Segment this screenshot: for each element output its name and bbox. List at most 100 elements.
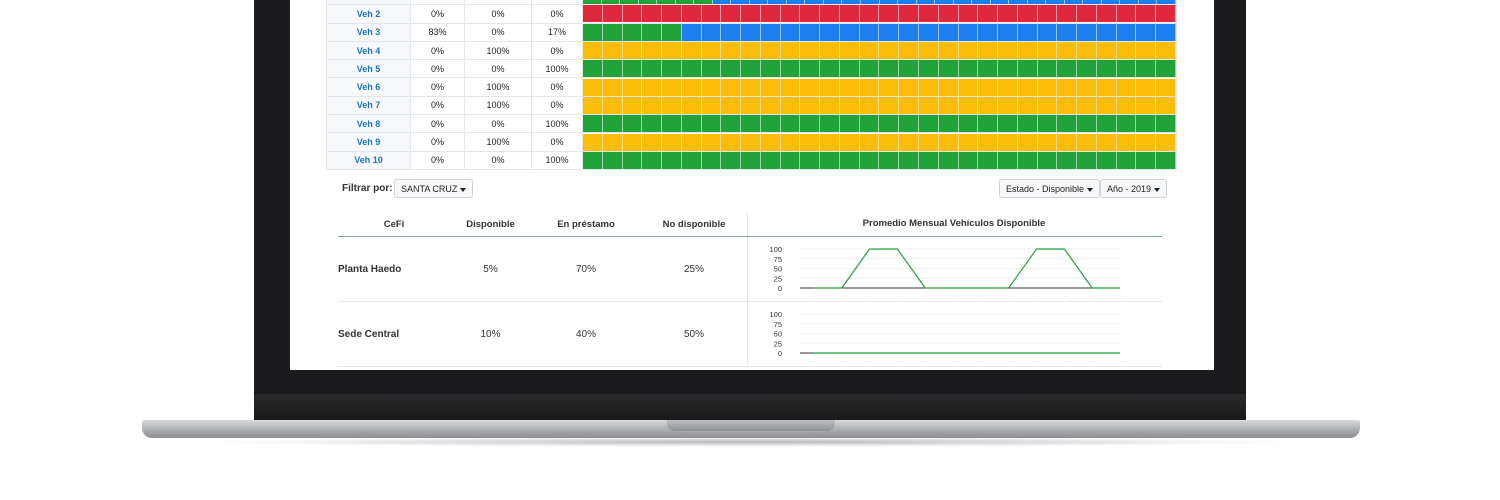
x-tick-mark: ˏ [980,357,982,362]
status-cell [1037,42,1058,60]
status-cell [1017,115,1038,133]
status-cell [780,151,801,169]
vehicle-link[interactable]: Veh 4 [357,46,381,56]
status-cell [805,0,824,5]
status-cell [760,151,781,169]
vehicle-link[interactable]: Veh 5 [357,64,381,74]
status-cell [1156,151,1176,169]
status-cell [1017,133,1038,151]
percent-cell: 0% [410,95,465,116]
row-disponible: 5% [483,263,498,275]
x-tick-mark: ˏ [1036,292,1038,297]
table-row: Veh 9 0% 100% 0% [326,132,1177,152]
percent-cell: 0% [464,114,532,134]
vehicle-link[interactable]: Veh 6 [357,82,381,92]
percent-cell: 0% [464,22,532,42]
status-cell [1057,42,1078,60]
status-cell [662,60,682,78]
y-tick-label: 50 [774,330,782,339]
status-cell [800,60,821,78]
status-cell [642,23,663,41]
status-cell [1077,151,1097,169]
vehicle-link[interactable]: Veh 7 [357,100,381,110]
status-cell [938,42,959,60]
status-cell [990,0,1010,5]
status-cell [820,115,840,133]
y-tick-label: 50 [774,265,782,274]
x-tick-mark: ˏ [1119,357,1121,362]
status-cell [919,115,939,133]
status-cell [620,0,639,5]
status-cell [1116,78,1137,96]
status-cell [701,151,722,169]
x-tick-mark: ˏ [1008,357,1010,362]
status-cell [820,60,840,78]
status-cell [741,60,761,78]
status-cell [899,78,920,96]
status-cell [583,5,603,23]
status-cell [681,5,702,23]
vehicle-link[interactable]: Veh 2 [357,9,381,19]
vehicle-cell: Veh 9 [326,132,411,152]
status-cell [681,42,702,60]
status-grid [582,114,1177,134]
status-cell [642,96,663,114]
status-cell [998,42,1018,60]
vehicle-link[interactable]: Veh 3 [357,27,381,37]
status-cell [859,133,880,151]
y-tick-label: 0 [778,349,782,358]
x-tick-mark: ˏ [897,292,899,297]
status-cell [681,115,702,133]
status-cell [919,60,939,78]
status-cell [800,78,821,96]
percent-cell: 100% [464,132,532,152]
status-cell [958,133,979,151]
status-cell [800,115,821,133]
vehicle-link[interactable]: Veh 9 [357,137,381,147]
status-cell [1096,23,1117,41]
status-cell [938,5,959,23]
status-cell [583,151,603,169]
status-cell [622,5,643,23]
vehicle-link[interactable]: Veh 10 [354,155,383,165]
status-cell [978,42,999,60]
status-cell [1156,5,1176,23]
status-cell [1096,42,1117,60]
status-cell [1017,78,1038,96]
status-grid [582,0,1177,6]
status-cell [701,78,722,96]
status-cell [820,78,840,96]
status-cell [583,0,602,5]
table-row: Veh 8 0% 0% 100% [326,114,1177,134]
status-cell [662,42,682,60]
percent-cell: 0% [410,114,465,134]
status-cell [919,133,939,151]
status-cell [820,5,840,23]
status-cell [741,42,761,60]
status-cell [823,0,843,5]
status-cell [978,115,999,133]
status-cell [879,23,900,41]
percent-cell: 100% [464,77,532,97]
status-cell [842,0,861,5]
status-cell [998,23,1018,41]
status-cell [602,96,623,114]
status-cell [602,133,623,151]
row-no-disponible: 50% [683,328,704,340]
vehicle-link[interactable]: Veh 8 [357,119,381,129]
status-cell [1037,115,1058,133]
status-cell [1077,115,1097,133]
status-cell [1156,42,1176,60]
status-cell [701,96,722,114]
location-filter-dropdown[interactable]: SANTA CRUZ [394,179,474,198]
status-cell [1116,115,1137,133]
status-cell [583,23,603,41]
status-cell [1116,96,1137,114]
status-cell [879,96,900,114]
status-cell [1057,133,1078,151]
status-cell [953,0,973,5]
header-prestamo: En préstamo [557,218,615,230]
estado-dropdown[interactable]: Estado - Disponible [999,179,1101,198]
status-cell [1116,60,1137,78]
year-dropdown[interactable]: Año - 2019 [1100,179,1168,198]
